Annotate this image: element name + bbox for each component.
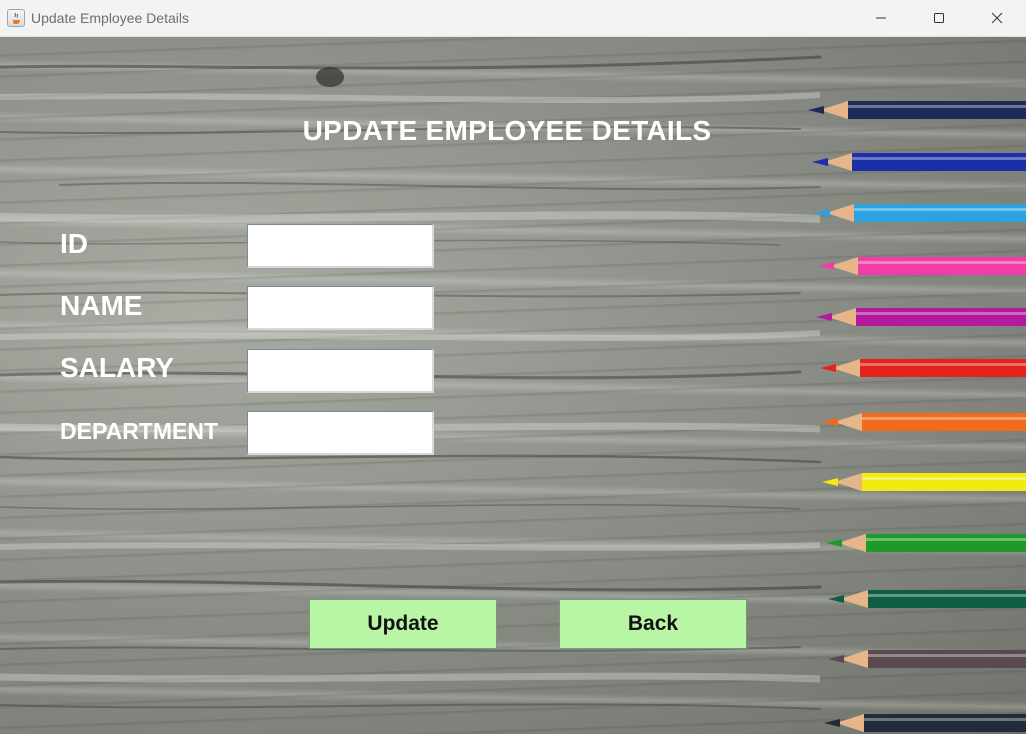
maximize-icon [934,13,944,23]
minimize-button[interactable] [852,0,910,36]
update-button[interactable]: Update [309,599,497,649]
name-label: NAME [60,290,143,321]
id-input[interactable] [247,224,434,268]
salary-input[interactable] [247,349,434,393]
name-input[interactable] [247,286,434,330]
pencil [820,359,1026,377]
department-input[interactable] [247,411,434,455]
department-label: DEPARTMENT [60,418,219,444]
pencil [814,204,1026,222]
pencil [816,308,1026,326]
pencil [826,534,1026,552]
form-heading: UPDATE EMPLOYEE DETAILS [302,115,712,146]
form-panel: UPDATE EMPLOYEE DETAILS ID NAME SALARY D… [0,37,1026,734]
salary-label: SALARY [60,352,175,383]
close-icon [991,12,1003,24]
java-app-icon [7,9,25,27]
pencil [818,257,1026,275]
id-label: ID [60,228,88,259]
close-button[interactable] [968,0,1026,36]
pencil [822,413,1026,431]
pencil [828,650,1026,668]
app-window: Update Employee Details UPDATE EMPLOYEE … [0,0,1026,734]
window-title: Update Employee Details [31,10,189,26]
title-bar: Update Employee Details [0,0,1026,37]
minimize-icon [876,17,886,19]
pencil [828,590,1026,608]
maximize-button[interactable] [910,0,968,36]
back-button[interactable]: Back [559,599,747,649]
pencil [824,714,1026,732]
pencil [822,473,1026,491]
pencil [812,153,1026,171]
